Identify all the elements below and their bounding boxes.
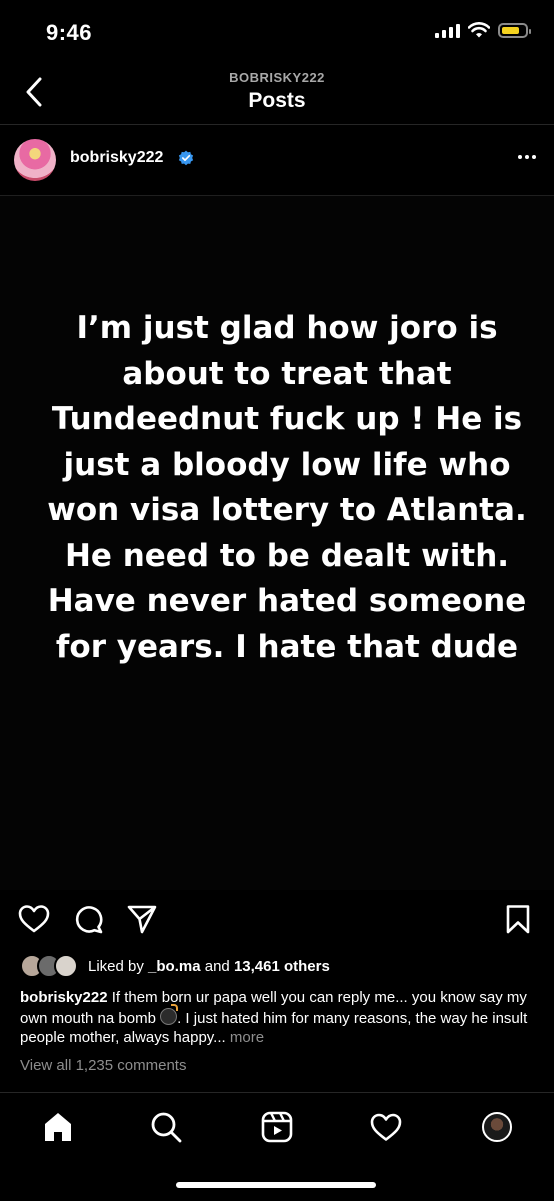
battery-icon — [498, 22, 531, 38]
post-image-text: I’m just glad how joro is about to treat… — [47, 310, 527, 665]
status-time: 9:46 — [46, 20, 93, 45]
send-icon[interactable] — [127, 904, 157, 934]
reels-icon — [261, 1111, 293, 1143]
liked-by-user[interactable]: _bo.ma — [148, 958, 201, 975]
search-icon — [151, 1112, 182, 1143]
tab-home[interactable] — [38, 1107, 78, 1147]
avatar[interactable] — [14, 139, 56, 181]
home-icon — [45, 1113, 71, 1141]
caption-username[interactable]: bobrisky222 — [20, 989, 108, 1006]
post-image[interactable]: I’m just glad how joro is about to treat… — [0, 196, 554, 890]
battery-fill — [502, 26, 519, 34]
profile-avatar — [482, 1112, 512, 1142]
post-actions — [0, 900, 554, 942]
tab-profile[interactable] — [477, 1107, 517, 1147]
page-title: Posts — [248, 89, 306, 112]
heart-icon — [370, 1113, 402, 1141]
tab-reels[interactable] — [257, 1107, 297, 1147]
home-indicator — [176, 1182, 376, 1188]
post-header: bobrisky222 — [0, 125, 554, 196]
cellular-signal-icon — [435, 22, 460, 38]
view-all-comments-link[interactable]: View all 1,235 comments — [20, 1057, 186, 1074]
likes-row[interactable]: Liked by _bo.ma and 13,461 others — [20, 954, 330, 978]
liked-by-text: Liked by _bo.ma and 13,461 others — [88, 957, 330, 975]
comment-icon[interactable] — [74, 904, 104, 934]
header-account-name: BOBRISKY222 — [229, 70, 325, 85]
bomb-emoji-icon — [160, 1003, 179, 1025]
wifi-icon — [468, 22, 490, 38]
bookmark-icon[interactable] — [505, 904, 531, 934]
tab-activity[interactable] — [366, 1107, 406, 1147]
caption-more-link[interactable]: more — [230, 1029, 264, 1046]
more-options-button[interactable] — [518, 155, 536, 159]
post-caption: bobrisky222 If them born ur papa well yo… — [20, 988, 536, 1048]
status-bar: 9:46 — [0, 0, 554, 64]
nav-header: BOBRISKY222 Posts — [0, 64, 554, 125]
post-username[interactable]: bobrisky222 — [70, 149, 163, 167]
verified-badge-icon — [178, 150, 194, 166]
like-heart-icon[interactable] — [18, 904, 50, 934]
liked-by-others[interactable]: 13,461 others — [234, 958, 330, 975]
status-icons — [435, 22, 531, 38]
liked-by-avatars — [20, 954, 78, 978]
tab-search[interactable] — [146, 1107, 186, 1147]
